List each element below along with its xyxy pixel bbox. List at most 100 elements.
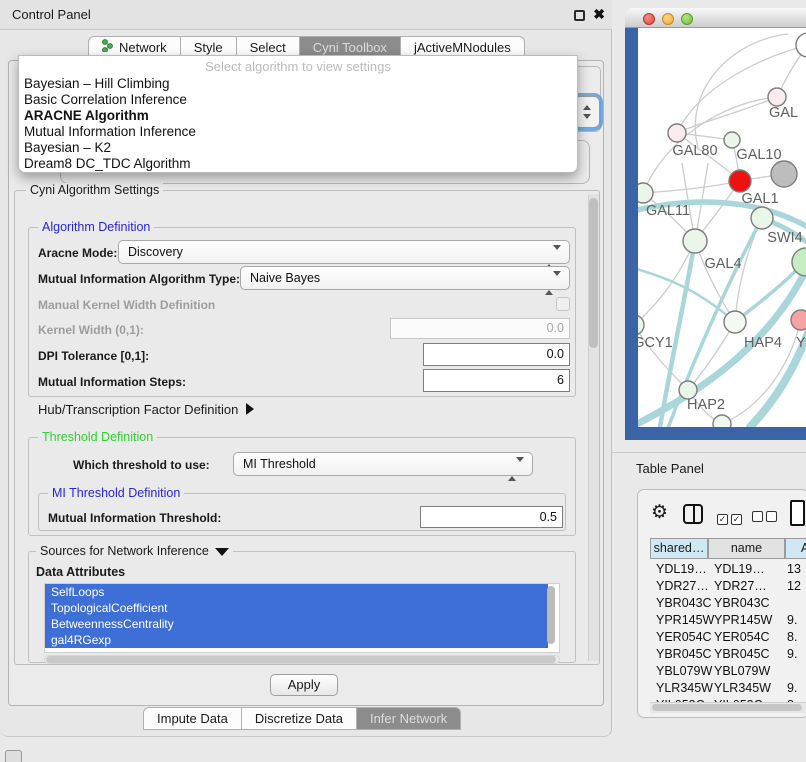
minimize-traffic-light-icon[interactable] <box>662 13 674 25</box>
hide-columns-icon[interactable] <box>752 509 780 527</box>
network-node-y[interactable] <box>791 310 806 330</box>
spinner-down-icon <box>583 114 591 119</box>
close-icon[interactable]: ✖ <box>593 6 605 23</box>
table-cell[interactable]: YBR045C <box>714 647 770 661</box>
network-node-gal80[interactable] <box>668 124 686 142</box>
table-cell[interactable]: YBL079W <box>714 664 770 678</box>
combo-arrows-icon <box>545 246 561 268</box>
network-node-gal11[interactable] <box>638 183 653 203</box>
combo-arrows-icon <box>545 272 561 294</box>
table-header-A[interactable]: A <box>785 538 806 559</box>
network-node-gal10[interactable] <box>724 132 740 148</box>
close-traffic-light-icon[interactable] <box>643 13 655 25</box>
node-label: HAP2 <box>687 397 725 413</box>
tab-impute-data[interactable]: Impute Data <box>143 707 242 730</box>
table-header-name[interactable]: name <box>708 538 785 559</box>
table-panel-title: Table Panel <box>636 461 704 476</box>
table-cell[interactable]: YPR145W <box>656 613 714 627</box>
table-cell[interactable]: 12 <box>787 579 801 593</box>
node-label: Y <box>796 335 806 351</box>
table-cell[interactable]: YBL079W <box>656 664 712 678</box>
dropdown-item[interactable]: Basic Correlation Inference <box>19 92 577 108</box>
network-node[interactable] <box>713 415 731 427</box>
hub-definition-label: Hub/Transcription Factor Definition <box>38 402 238 417</box>
table-cell[interactable]: YBR043C <box>714 596 770 610</box>
mi-type-label: Mutual Information Algorithm Type: <box>38 272 240 286</box>
hub-definition-expander[interactable]: Hub/Transcription Factor Definition <box>38 402 254 417</box>
manual-kernel-checkbox[interactable] <box>556 297 570 311</box>
table-cell[interactable]: YER054C <box>656 630 712 644</box>
kernel-width-label: Kernel Width (0,1): <box>38 323 144 337</box>
network-window-titlebar <box>625 8 806 28</box>
aracne-mode-combo[interactable]: Discovery <box>118 240 570 264</box>
attributes-hscrollbar-thumb[interactable] <box>46 656 556 663</box>
table-cell[interactable]: YDR27… <box>656 579 709 593</box>
sources-group-title[interactable]: Sources for Network Inference <box>36 544 233 558</box>
dropdown-item[interactable]: Mutual Information Inference <box>19 124 577 140</box>
dropdown-item[interactable]: Bayesian – K2 <box>19 140 577 156</box>
table-cell[interactable]: YDR27… <box>714 579 767 593</box>
dropdown-item[interactable]: ARACNE Algorithm <box>19 108 577 124</box>
table-cell[interactable]: 9. <box>787 681 797 695</box>
network-node-gal4[interactable] <box>683 229 707 253</box>
network-node-gal1[interactable] <box>729 170 751 192</box>
new-table-icon[interactable] <box>790 500 805 526</box>
table-hscrollbar-thumb[interactable] <box>652 704 802 711</box>
table-cell[interactable]: 9. <box>787 647 797 661</box>
tab-discretize-data[interactable]: Discretize Data <box>242 707 357 730</box>
table-cell[interactable]: YER054C <box>714 630 770 644</box>
data-attributes-label: Data Attributes <box>36 565 125 579</box>
mi-threshold-field[interactable]: 0.5 <box>420 506 563 528</box>
mi-threshold-label: Mutual Information Threshold: <box>48 511 221 525</box>
table-cell[interactable]: YDL19… <box>714 562 765 576</box>
node-label: GAL10 <box>736 147 781 163</box>
dropdown-item[interactable]: Dream8 DC_TDC Algorithm <box>19 156 577 172</box>
dropdown-item[interactable]: Bayesian – Hill Climbing <box>19 76 577 92</box>
which-threshold-combo[interactable]: MI Threshold <box>233 452 533 476</box>
network-node-gal[interactable] <box>768 88 786 106</box>
tab-label: Impute Data <box>157 708 228 730</box>
table-cell[interactable]: 13 <box>787 562 801 576</box>
settings-scrollbar-thumb[interactable] <box>589 198 598 348</box>
attribute-list-item[interactable]: SelfLoops <box>45 584 548 600</box>
kernel-width-field[interactable]: 0.0 <box>390 318 570 339</box>
gear-icon[interactable]: ⚙ <box>651 501 668 524</box>
attribute-list-item[interactable]: TopologicalCoefficient <box>45 600 548 616</box>
attribute-list-item[interactable]: gal4RGexp <box>45 632 548 648</box>
dpi-tolerance-field[interactable]: 0.0 <box>423 343 570 366</box>
screen: Control Panel ✖ NetworkStyleSelectCyni T… <box>0 0 806 762</box>
data-attributes-list[interactable]: SelfLoopsTopologicalCoefficientBetweenne… <box>44 583 560 653</box>
aracne-mode-label: Aracne Mode: <box>38 246 117 260</box>
table-cell[interactable]: YDL19… <box>656 562 707 576</box>
network-node[interactable] <box>796 33 806 57</box>
attribute-list-item[interactable]: BetweennessCentrality <box>45 616 548 632</box>
network-node[interactable] <box>771 161 797 187</box>
table-cell[interactable]: 8. <box>787 630 797 644</box>
mi-steps-field[interactable]: 6 <box>423 369 570 392</box>
network-node-gcy1[interactable] <box>638 315 644 335</box>
network-node-swi4[interactable] <box>751 207 773 229</box>
table-cell[interactable]: YPR145W <box>714 613 772 627</box>
tab-infer-network[interactable]: Infer Network <box>357 707 461 730</box>
zoom-traffic-light-icon[interactable] <box>681 13 693 25</box>
checked-box-icon: ✓ <box>717 514 728 525</box>
apply-button[interactable]: Apply <box>270 674 338 696</box>
network-canvas[interactable]: GALGAL80GAL10GAL1GAL11SWI4GAL4GCY1HAP4YH… <box>638 28 806 427</box>
table-header-shared…[interactable]: shared… <box>650 538 708 559</box>
show-columns-icon[interactable]: ✓✓ <box>717 509 745 527</box>
column-view-icon[interactable] <box>683 504 703 524</box>
table-cell[interactable]: YLR345W <box>714 681 771 695</box>
attributes-vscrollbar-thumb[interactable] <box>547 586 555 644</box>
table-cell[interactable]: 9. <box>787 613 797 627</box>
mi-type-combo[interactable]: Naive Bayes <box>240 266 570 290</box>
settings-group-title: Cyni Algorithm Settings <box>26 183 163 197</box>
network-node-hap4[interactable] <box>724 311 746 333</box>
table-cell[interactable]: YBR043C <box>656 596 712 610</box>
expander-down-icon <box>215 548 229 556</box>
table-cell[interactable]: YLR345W <box>656 681 713 695</box>
manual-kernel-label: Manual Kernel Width Definition <box>38 298 215 312</box>
node-label: SWI4 <box>767 230 802 246</box>
minimized-panel-icon[interactable] <box>5 750 22 762</box>
float-window-icon[interactable] <box>574 10 585 21</box>
table-cell[interactable]: YBR045C <box>656 647 712 661</box>
